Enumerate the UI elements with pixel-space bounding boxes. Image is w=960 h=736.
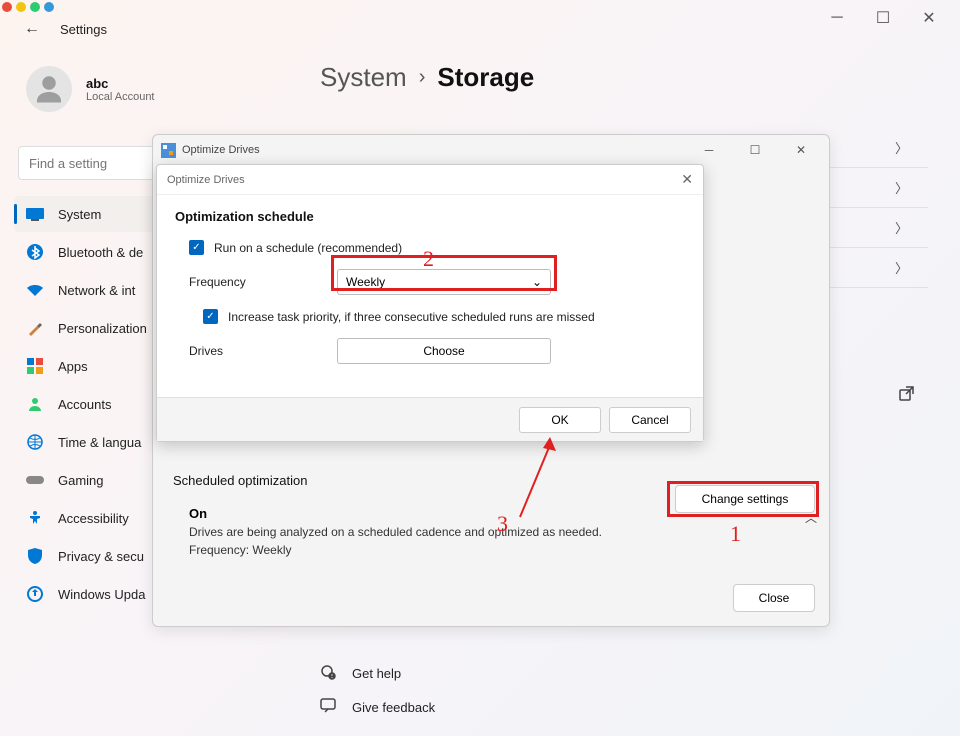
bluetooth-icon (26, 243, 44, 261)
sidebar-label: Windows Upda (58, 587, 145, 602)
close-window-button[interactable]: ✕ (912, 4, 946, 32)
sidebar-label: Apps (58, 359, 88, 374)
get-help-link[interactable]: Get help (320, 656, 435, 690)
run-schedule-checkbox-row[interactable]: ✓ Run on a schedule (recommended) (189, 240, 685, 255)
help-icon (320, 664, 338, 682)
globe-icon (26, 433, 44, 451)
annotation-number-3: 3 (497, 511, 508, 537)
maximize-button[interactable]: ☐ (866, 4, 900, 32)
system-icon (26, 205, 44, 223)
wifi-icon (26, 281, 44, 299)
apps-icon (26, 357, 44, 375)
chevron-right-icon: 〉 (895, 138, 908, 157)
schedule-dialog-titlebar: Optimize Drives ✕ (157, 165, 703, 195)
back-arrow-icon[interactable]: ← (24, 20, 40, 38)
shield-icon (26, 547, 44, 565)
give-feedback-label: Give feedback (352, 700, 435, 715)
schedule-dialog-title: Optimize Drives (167, 174, 245, 186)
chevron-right-icon: 〉 (895, 218, 908, 237)
ok-button[interactable]: OK (519, 407, 601, 433)
paintbrush-icon (26, 319, 44, 337)
defrag-icon (161, 143, 176, 158)
close-button[interactable]: Close (733, 584, 815, 612)
dialog-maximize-button[interactable]: ☐ (735, 138, 775, 162)
breadcrumb-parent[interactable]: System (320, 62, 407, 93)
priority-checkbox-row[interactable]: ✓ Increase task priority, if three conse… (203, 309, 685, 324)
schedule-dialog-footer: OK Cancel (157, 397, 703, 441)
user-account-type: Local Account (86, 91, 155, 103)
dialog-minimize-button[interactable]: ─ (689, 138, 729, 162)
drives-label: Drives (189, 344, 337, 358)
minimize-button[interactable]: ─ (820, 4, 854, 32)
sidebar-label: Bluetooth & de (58, 245, 143, 260)
user-block[interactable]: abc Local Account (26, 66, 155, 112)
sidebar-label: Accessibility (58, 511, 129, 526)
sidebar-label: Personalization (58, 321, 147, 336)
sidebar-label: Time & langua (58, 435, 141, 450)
accessibility-icon (26, 509, 44, 527)
sidebar-label: Accounts (58, 397, 111, 412)
give-feedback-link[interactable]: Give feedback (320, 690, 435, 724)
sidebar-label: Network & int (58, 283, 135, 298)
help-links: Get help Give feedback (320, 656, 435, 724)
chevron-right-icon: 〉 (895, 258, 908, 277)
dialog-title: Optimize Drives (182, 144, 683, 156)
priority-label: Increase task priority, if three consecu… (228, 310, 595, 324)
cancel-button[interactable]: Cancel (609, 407, 691, 433)
annotation-box-2 (331, 255, 557, 291)
gaming-icon (26, 471, 44, 489)
browser-tab-decoration (0, 0, 56, 14)
chevron-right-icon: › (419, 66, 426, 89)
update-icon (26, 585, 44, 603)
annotation-number-1: 1 (730, 521, 741, 547)
chevron-up-icon[interactable]: ︿ (805, 509, 817, 526)
accounts-icon (26, 395, 44, 413)
window-controls: ─ ☐ ✕ (806, 0, 960, 36)
sidebar-label: Gaming (58, 473, 104, 488)
sidebar-label: System (58, 207, 101, 222)
dialog-close-button[interactable]: ✕ (781, 138, 821, 162)
run-schedule-label: Run on a schedule (recommended) (214, 241, 402, 255)
checkbox-checked-icon[interactable]: ✓ (203, 309, 218, 324)
drives-row: Drives Choose (189, 338, 685, 364)
change-settings-button[interactable]: Change settings (675, 485, 815, 513)
annotation-number-2: 2 (423, 246, 434, 272)
external-link-icon[interactable] (899, 386, 914, 406)
chevron-right-icon: 〉 (895, 178, 908, 197)
schedule-section-heading: Optimization schedule (175, 209, 685, 224)
choose-drives-button[interactable]: Choose (337, 338, 551, 364)
breadcrumb-current: Storage (437, 62, 534, 93)
checkbox-checked-icon[interactable]: ✓ (189, 240, 204, 255)
close-icon[interactable]: ✕ (681, 171, 693, 188)
frequency-label: Frequency (189, 275, 337, 289)
user-name: abc (86, 76, 155, 91)
get-help-label: Get help (352, 666, 401, 681)
schedule-dialog: Optimize Drives ✕ Optimization schedule … (156, 164, 704, 442)
schedule-frequency-text: Frequency: Weekly (189, 543, 809, 557)
feedback-icon (320, 698, 338, 716)
sidebar-label: Privacy & secu (58, 549, 144, 564)
app-title: Settings (60, 22, 107, 37)
avatar-icon (26, 66, 72, 112)
breadcrumb: System › Storage (320, 62, 534, 93)
dialog-titlebar: Optimize Drives ─ ☐ ✕ (153, 135, 829, 165)
